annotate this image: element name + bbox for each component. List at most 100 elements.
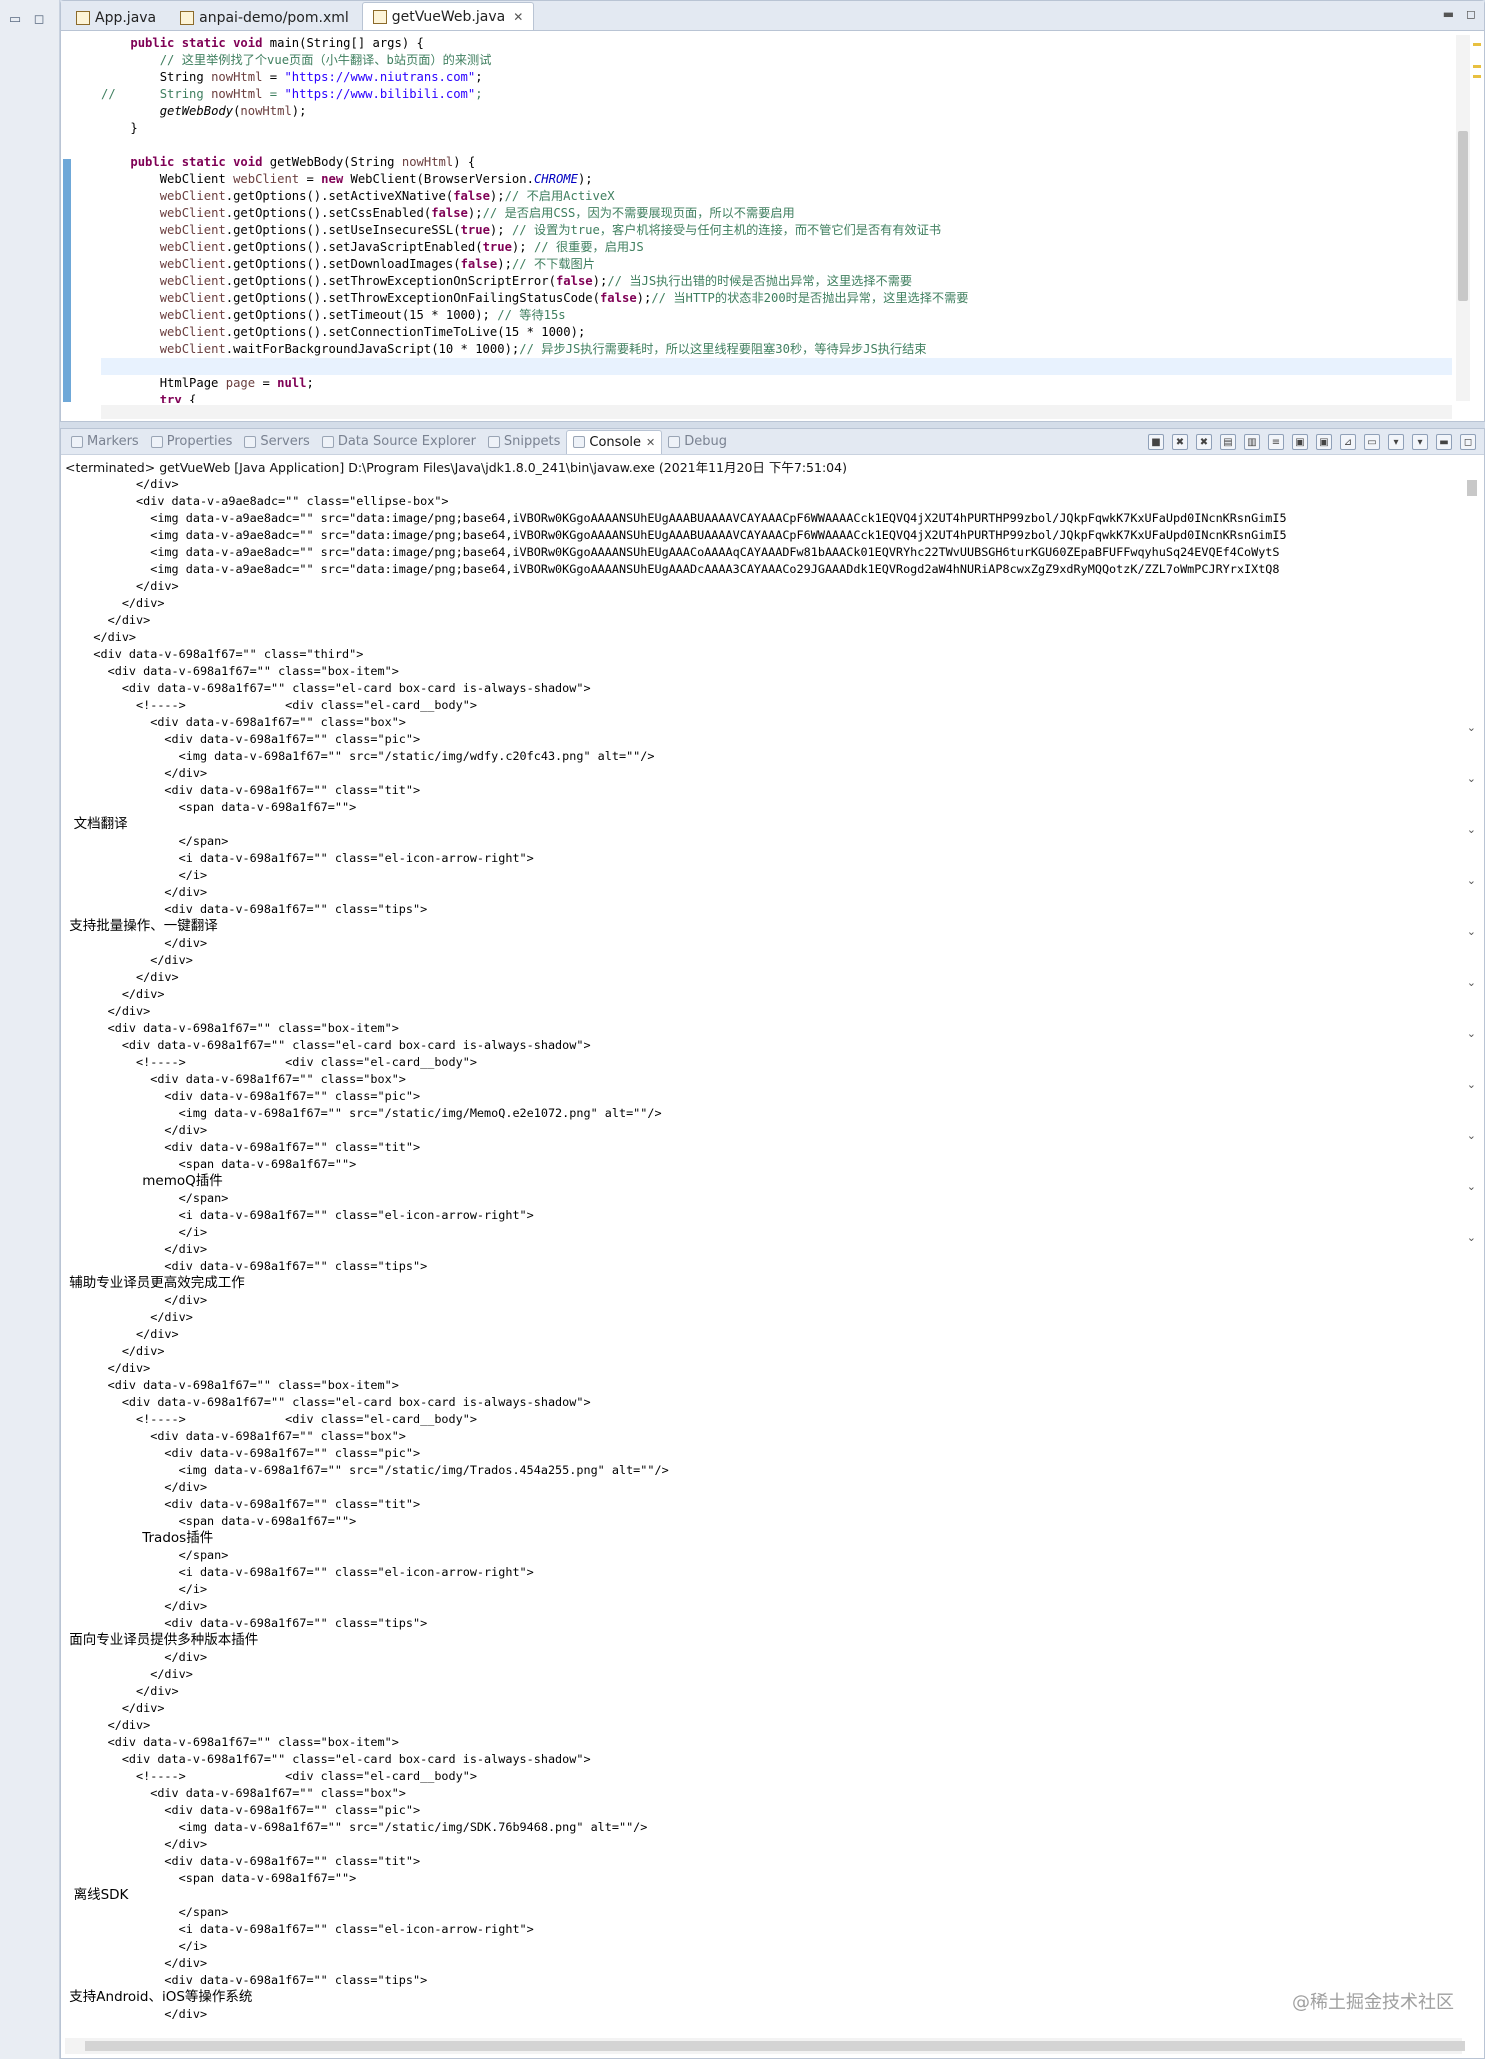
code-token: // 等待15s (497, 308, 566, 322)
code-line[interactable]: 18 (101, 137, 1452, 154)
chevron-down-icon[interactable]: ⌄ (1467, 823, 1476, 836)
view-tab-properties[interactable]: Properties (145, 430, 239, 454)
editor-horizontal-scrollbar[interactable] (101, 405, 1452, 419)
editor-vertical-scrollbar[interactable] (1456, 35, 1470, 401)
console-line: <img data-v-a9ae8adc="" src="data:image/… (65, 511, 1287, 525)
code-line[interactable]: 29 webClient.getOptions().setConnectionT… (101, 324, 1452, 341)
scrollbar-thumb[interactable] (1458, 131, 1468, 301)
code-token: webClient (159, 291, 226, 305)
warning-marker[interactable] (1473, 65, 1481, 68)
console-line: </div> (65, 766, 208, 780)
xml-file-icon (180, 10, 195, 25)
console-line: </div> (65, 953, 193, 967)
code-area[interactable]: 12⊖ public static void main(String[] arg… (101, 35, 1452, 403)
view-tab-console[interactable]: Console ✕ (566, 429, 663, 454)
chevron-down-icon[interactable]: ⌄ (1467, 1129, 1476, 1142)
code-line[interactable]: 28 webClient.getOptions().setTimeout(15 … (101, 307, 1452, 324)
word-wrap-icon[interactable]: ≡ (1268, 434, 1284, 450)
code-line[interactable]: 19⊖ public static void getWebBody(String… (101, 154, 1452, 171)
clear-console-icon[interactable]: ▤ (1220, 434, 1236, 450)
code-line[interactable]: 27 webClient.getOptions().setThrowExcept… (101, 290, 1452, 307)
code-line[interactable]: 17 } (101, 120, 1452, 137)
chevron-down-icon[interactable]: ⌄ (1467, 1027, 1476, 1040)
code-token: .getOptions().setThrowExceptionOnFailing… (225, 291, 600, 305)
code-token: String (101, 70, 212, 84)
remove-all-icon[interactable]: ✖ (1196, 434, 1212, 450)
code-line[interactable]: 33 try { (101, 392, 1452, 403)
remove-launch-icon[interactable]: ✖ (1172, 434, 1188, 450)
minimize-icon[interactable]: ▬ (1436, 434, 1452, 450)
maximize-icon[interactable]: ◻ (1460, 434, 1476, 450)
restore-icon[interactable]: ◻ (30, 10, 48, 28)
code-token: .waitForBackgroundJavaScript(10 * 1000); (225, 342, 520, 356)
code-token: false (599, 291, 637, 305)
code-line[interactable]: 20 WebClient webClient = new WebClient(B… (101, 171, 1452, 188)
minimize-icon[interactable]: ▭ (6, 10, 24, 28)
code-token: webClient (159, 342, 226, 356)
console-line: 支持批量操作、一键翻译 (65, 918, 218, 934)
chevron-down-icon[interactable]: ⌄ (1467, 1180, 1476, 1193)
console-horizontal-scrollbar[interactable] (65, 2038, 1465, 2054)
code-line[interactable]: 13 // 这里举例找了个vue页面（小牛翻译、b站页面）的来测试 (101, 52, 1452, 69)
editor-tab[interactable]: App.java (65, 4, 167, 30)
console-view: Markers Properties Servers Data Source Expl… (60, 428, 1485, 2059)
chevron-down-icon[interactable]: ⌄ (1467, 976, 1476, 989)
code-line[interactable]: 30 webClient.waitForBackgroundJavaScript… (101, 341, 1452, 358)
console-output[interactable]: </div> <div data-v-a9ae8adc="" class="el… (65, 476, 1454, 2021)
close-icon[interactable]: ✕ (513, 10, 523, 24)
editor-tabs: App.java anpai-demo/pom.xml getVueWeb.java… (61, 1, 1484, 31)
java-file-icon (76, 10, 90, 25)
view-tab-markers[interactable]: Markers (65, 430, 145, 454)
view-menu-icon[interactable]: ▾ (1412, 434, 1428, 450)
console-line: </div> (65, 579, 179, 593)
code-line[interactable]: 12⊖ public static void main(String[] arg… (101, 35, 1452, 52)
editor-tab[interactable]: getVueWeb.java ✕ (361, 2, 535, 30)
view-tab-servers[interactable]: Servers (238, 430, 315, 454)
warning-marker[interactable] (1473, 75, 1481, 78)
open-console-icon[interactable]: ▾ (1388, 434, 1404, 450)
scrollbar-thumb[interactable] (1467, 480, 1477, 496)
console-vertical-scrollbar[interactable]: ⌄ ⌄ ⌄ ⌄ ⌄ ⌄ ⌄ ⌄ ⌄ ⌄ ⌄ (1464, 476, 1480, 2021)
code-line[interactable]: 14 String nowHtml = "https://www.niutran… (101, 69, 1452, 86)
code-token: webClient (159, 257, 226, 271)
chevron-down-icon[interactable]: ⌄ (1467, 772, 1476, 785)
editor-tab[interactable]: anpai-demo/pom.xml (169, 4, 360, 30)
chevron-down-icon[interactable]: ⌄ (1467, 1231, 1476, 1244)
chevron-down-icon[interactable]: ⌄ (1467, 874, 1476, 887)
code-line[interactable]: 32 HtmlPage page = null; (101, 375, 1452, 392)
view-tab-debug[interactable]: Debug (662, 430, 733, 454)
terminate-icon[interactable]: ■ (1148, 434, 1164, 450)
scrollbar-thumb[interactable] (85, 2041, 1465, 2051)
code-line[interactable]: 26 webClient.getOptions().setThrowExcept… (101, 273, 1452, 290)
show-on-error-icon[interactable]: ▣ (1316, 434, 1332, 450)
console-line: </div> (65, 477, 179, 491)
display-console-icon[interactable]: ▭ (1364, 434, 1380, 450)
code-line[interactable]: 22 webClient.getOptions().setCssEnabled(… (101, 205, 1452, 222)
code-line[interactable]: 15// String nowHtml = "https://www.bilib… (101, 86, 1452, 103)
minimize-icon[interactable]: ▬ (1443, 7, 1454, 21)
code-line[interactable]: 31 (101, 358, 1452, 375)
code-token: public static void (130, 36, 270, 50)
code-line[interactable]: 16 getWebBody(nowHtml); (101, 103, 1452, 120)
view-tab-data-source-explorer[interactable]: Data Source Explorer (316, 430, 482, 454)
code-line[interactable]: 21 webClient.getOptions().setActiveXNati… (101, 188, 1452, 205)
console-line: </div> (65, 1344, 165, 1358)
console-line: </i> (65, 868, 208, 882)
show-on-output-icon[interactable]: ▣ (1292, 434, 1308, 450)
code-line[interactable]: 25 webClient.getOptions().setDownloadIma… (101, 256, 1452, 273)
scroll-lock-icon[interactable]: ▥ (1244, 434, 1260, 450)
chevron-down-icon[interactable]: ⌄ (1467, 925, 1476, 938)
chevron-down-icon[interactable]: ⌄ (1467, 1078, 1476, 1091)
console-line: </div> (65, 1684, 179, 1698)
warning-marker[interactable] (1473, 43, 1481, 46)
code-token: ); (577, 172, 593, 186)
code-token: = (299, 172, 322, 186)
code-line[interactable]: 23 webClient.getOptions().setUseInsecure… (101, 222, 1452, 239)
close-icon[interactable]: ✕ (646, 436, 655, 449)
code-line[interactable]: 24 webClient.getOptions().setJavaScriptE… (101, 239, 1452, 256)
pin-console-icon[interactable]: ⊿ (1340, 434, 1356, 450)
chevron-down-icon[interactable]: ⌄ (1467, 721, 1476, 734)
view-tab-snippets[interactable]: Snippets (482, 430, 566, 454)
tab-label: Properties (166, 434, 233, 449)
maximize-icon[interactable]: ◻ (1466, 7, 1476, 21)
